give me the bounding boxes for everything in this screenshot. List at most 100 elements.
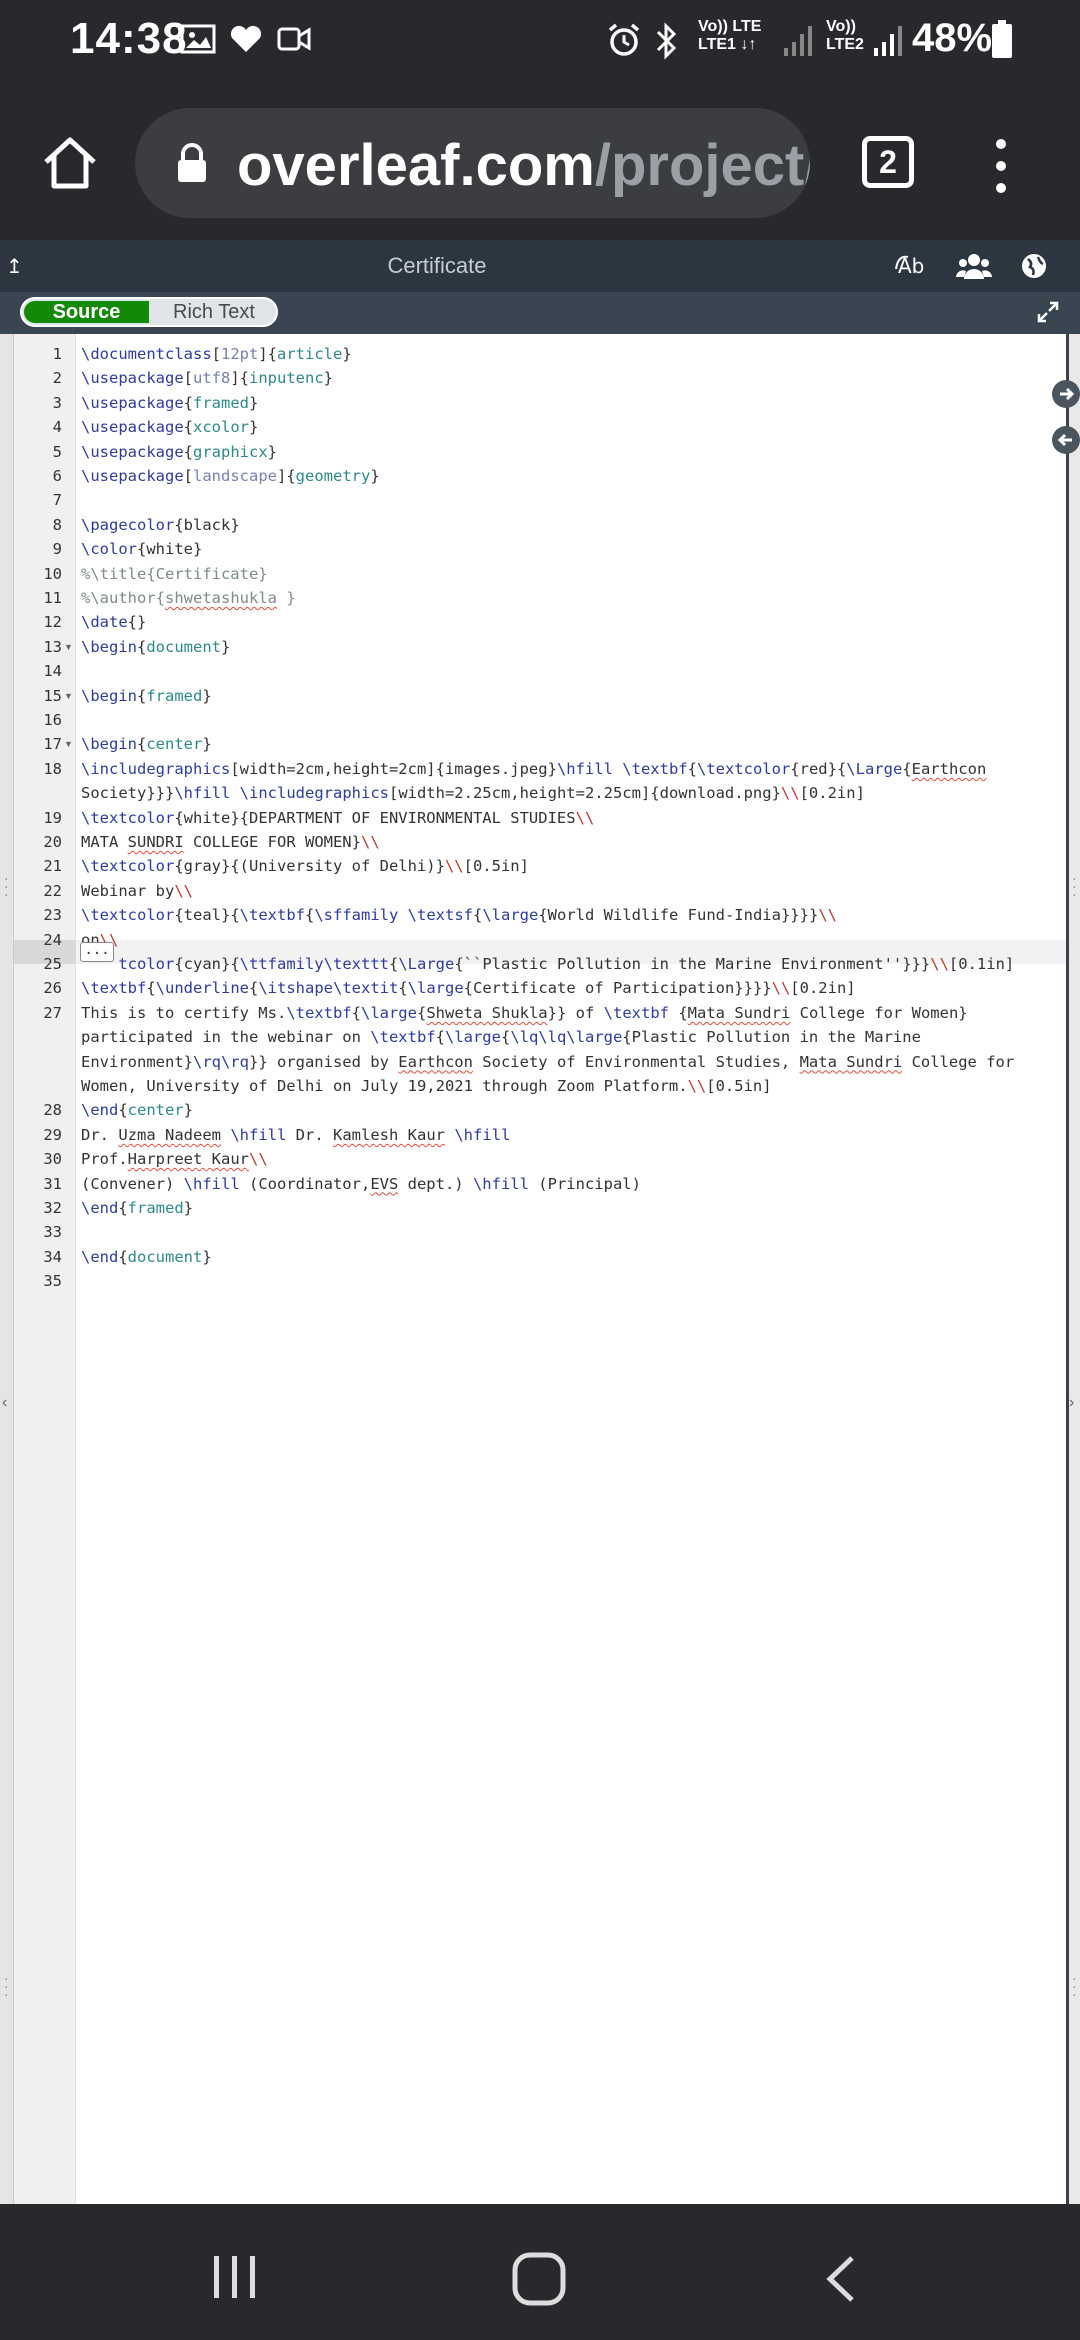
editor-mode-toggle[interactable]: Source Rich Text [20, 297, 278, 327]
code-line[interactable]: \end{center} [81, 1098, 1061, 1122]
code-token: \usepackage [81, 442, 184, 461]
code-line[interactable]: Prof.Harpreet Kaur\\ [81, 1147, 1061, 1171]
code-token: Society of Environmental Studies, [472, 1052, 800, 1071]
code-token: \textcolor [81, 857, 175, 876]
code-line[interactable]: %\author{shwetashukla } [81, 586, 1061, 610]
code-token: EVS [370, 1174, 399, 1193]
code-line[interactable]: MATA SUNDRI COLLEGE FOR WOMEN}\\ [81, 830, 1061, 854]
fold-toggle-icon[interactable]: ▼ [64, 635, 73, 659]
rich-text-mode-button[interactable]: Rich Text [152, 301, 276, 323]
home-nav-icon[interactable] [512, 2252, 566, 2306]
expand-icon[interactable] [1036, 300, 1060, 324]
line-number: 28 [43, 1101, 62, 1120]
address-bar[interactable]: overleaf.com/project/61 [135, 108, 810, 218]
code-line[interactable]: Women, University of Delhi on July 19,20… [81, 1074, 1061, 1098]
code-token: } [202, 686, 212, 705]
code-token: } [342, 345, 352, 363]
back-icon[interactable] [822, 2254, 858, 2304]
code-token: Earthcon [911, 759, 987, 778]
home-icon[interactable] [40, 132, 100, 192]
code-line[interactable]: This is to certify Ms.\textbf{\large{Shw… [81, 1001, 1061, 1025]
people-icon[interactable] [950, 248, 998, 284]
system-navigation-bar [0, 2204, 1080, 2340]
code-line[interactable]: \usepackage[landscape]{geometry} [81, 464, 1061, 488]
code-line[interactable]: on\\ [81, 928, 1061, 952]
spell-check-icon[interactable]: Ab [890, 248, 938, 284]
tab-switcher-button[interactable]: 2 [862, 136, 914, 188]
code-token: \ttfamily [239, 955, 324, 973]
code-token: \hfill [556, 759, 613, 778]
code-line[interactable]: \includegraphics[width=2cm,height=2cm]{i… [81, 757, 1061, 781]
code-line[interactable]: %\title{Certificate} [81, 562, 1061, 586]
fold-ellipsis-widget[interactable]: ... [80, 942, 114, 962]
file-tree-collapsed-handle[interactable]: · · · ‹ · · · [0, 334, 14, 2204]
code-line[interactable]: \textcolor{teal}{\textbf{\sffamily \text… [81, 903, 1061, 927]
code-token: framed [146, 686, 203, 705]
code-token: Dr. [286, 1125, 333, 1144]
code-token: (Convener) [81, 1174, 184, 1193]
code-line[interactable]: Webinar by\\ [81, 879, 1061, 903]
code-token: graphicx [193, 442, 268, 461]
code-token: \textbf [370, 1028, 436, 1047]
battery-icon [992, 20, 1012, 58]
code-line[interactable]: tcolor{cyan}{\ttfamily\texttt{\Large{``P… [81, 952, 1061, 976]
code-token: \lq\lq\large [510, 1028, 623, 1047]
code-line[interactable]: (Convener) \hfill (Coordinator,EVS dept.… [81, 1172, 1061, 1196]
code-line[interactable]: \begin{center} [81, 732, 1061, 756]
code-token: Environment} [81, 1052, 193, 1071]
line-number: 31 [43, 1174, 62, 1193]
code-token: \includegraphics [81, 759, 231, 778]
code-line[interactable]: Environment}\rq\rq}} organised by Earthc… [81, 1050, 1061, 1074]
code-line[interactable]: \end{document} [81, 1245, 1061, 1269]
code-token: \hfill [230, 1125, 287, 1144]
code-token: \textcolor [696, 759, 791, 778]
sync-to-code-icon[interactable] [1052, 426, 1080, 454]
code-line[interactable]: \textcolor{white}{DEPARTMENT OF ENVIRONM… [81, 806, 1061, 830]
code-line[interactable]: \pagecolor{black} [81, 513, 1061, 537]
line-number: 14 [43, 662, 62, 681]
code-line[interactable]: \textbf{\underline{\itshape\textit{\larg… [81, 976, 1061, 1000]
code-line[interactable]: \textcolor{gray}{(University of Delhi)}\… [81, 854, 1061, 878]
code-token: [width=2cm,height=2cm]{images.jpeg} [230, 759, 557, 778]
code-token: { [388, 955, 399, 973]
code-line[interactable]: Society}}}\hfill \includegraphics[width=… [81, 781, 1061, 805]
code-line[interactable]: Dr. Uzma Nadeem \hfill Dr. Kamlesh Kaur … [81, 1123, 1061, 1147]
code-token: utf8 [193, 369, 231, 388]
code-line[interactable]: \date{} [81, 610, 1061, 634]
code-line[interactable]: \begin{framed} [81, 684, 1061, 708]
code-line[interactable]: \color{white} [81, 537, 1061, 561]
code-token: ]{ [258, 345, 277, 363]
code-token: [ [183, 369, 193, 388]
code-token: {gray}{(University of Delhi)} [174, 857, 445, 876]
video-call-icon [277, 27, 311, 51]
kebab-menu-icon[interactable] [990, 136, 1012, 196]
code-token: [ [183, 467, 193, 485]
code-line[interactable]: \documentclass[12pt]{article} [81, 342, 1061, 366]
source-mode-button[interactable]: Source [24, 301, 149, 323]
recent-apps-icon[interactable] [210, 2254, 260, 2300]
line-number: 15 [43, 686, 62, 705]
code-line[interactable]: participated in the webinar on \textbf{\… [81, 1025, 1061, 1049]
code-line[interactable]: \usepackage[utf8]{inputenc} [81, 366, 1061, 390]
fold-toggle-icon[interactable]: ▼ [64, 684, 73, 708]
code-token: { [249, 979, 259, 998]
sync-to-pdf-icon[interactable] [1052, 380, 1080, 408]
code-token: \hfill [183, 1174, 240, 1193]
code-token: \documentclass [81, 345, 212, 363]
code-token: { [183, 418, 193, 437]
globe-icon[interactable] [1010, 248, 1058, 284]
code-line[interactable]: \usepackage{framed} [81, 391, 1061, 415]
code-token: { [500, 1028, 511, 1047]
code-line[interactable]: \end{framed} [81, 1196, 1061, 1220]
line-number: 24 [43, 930, 62, 949]
code-line[interactable]: \begin{document} [81, 635, 1061, 659]
code-line[interactable]: \usepackage{graphicx} [81, 440, 1061, 464]
lock-icon [178, 143, 206, 182]
code-line[interactable]: \usepackage{xcolor} [81, 415, 1061, 439]
line-number: 4 [52, 418, 62, 437]
pdf-panel-collapsed-handle[interactable]: · · · › · · · [1066, 334, 1080, 2204]
code-token: {white}{DEPARTMENT OF ENVIRONMENTAL STUD… [174, 808, 576, 827]
code-token: { [137, 735, 147, 754]
fold-toggle-icon[interactable]: ▼ [64, 732, 73, 756]
